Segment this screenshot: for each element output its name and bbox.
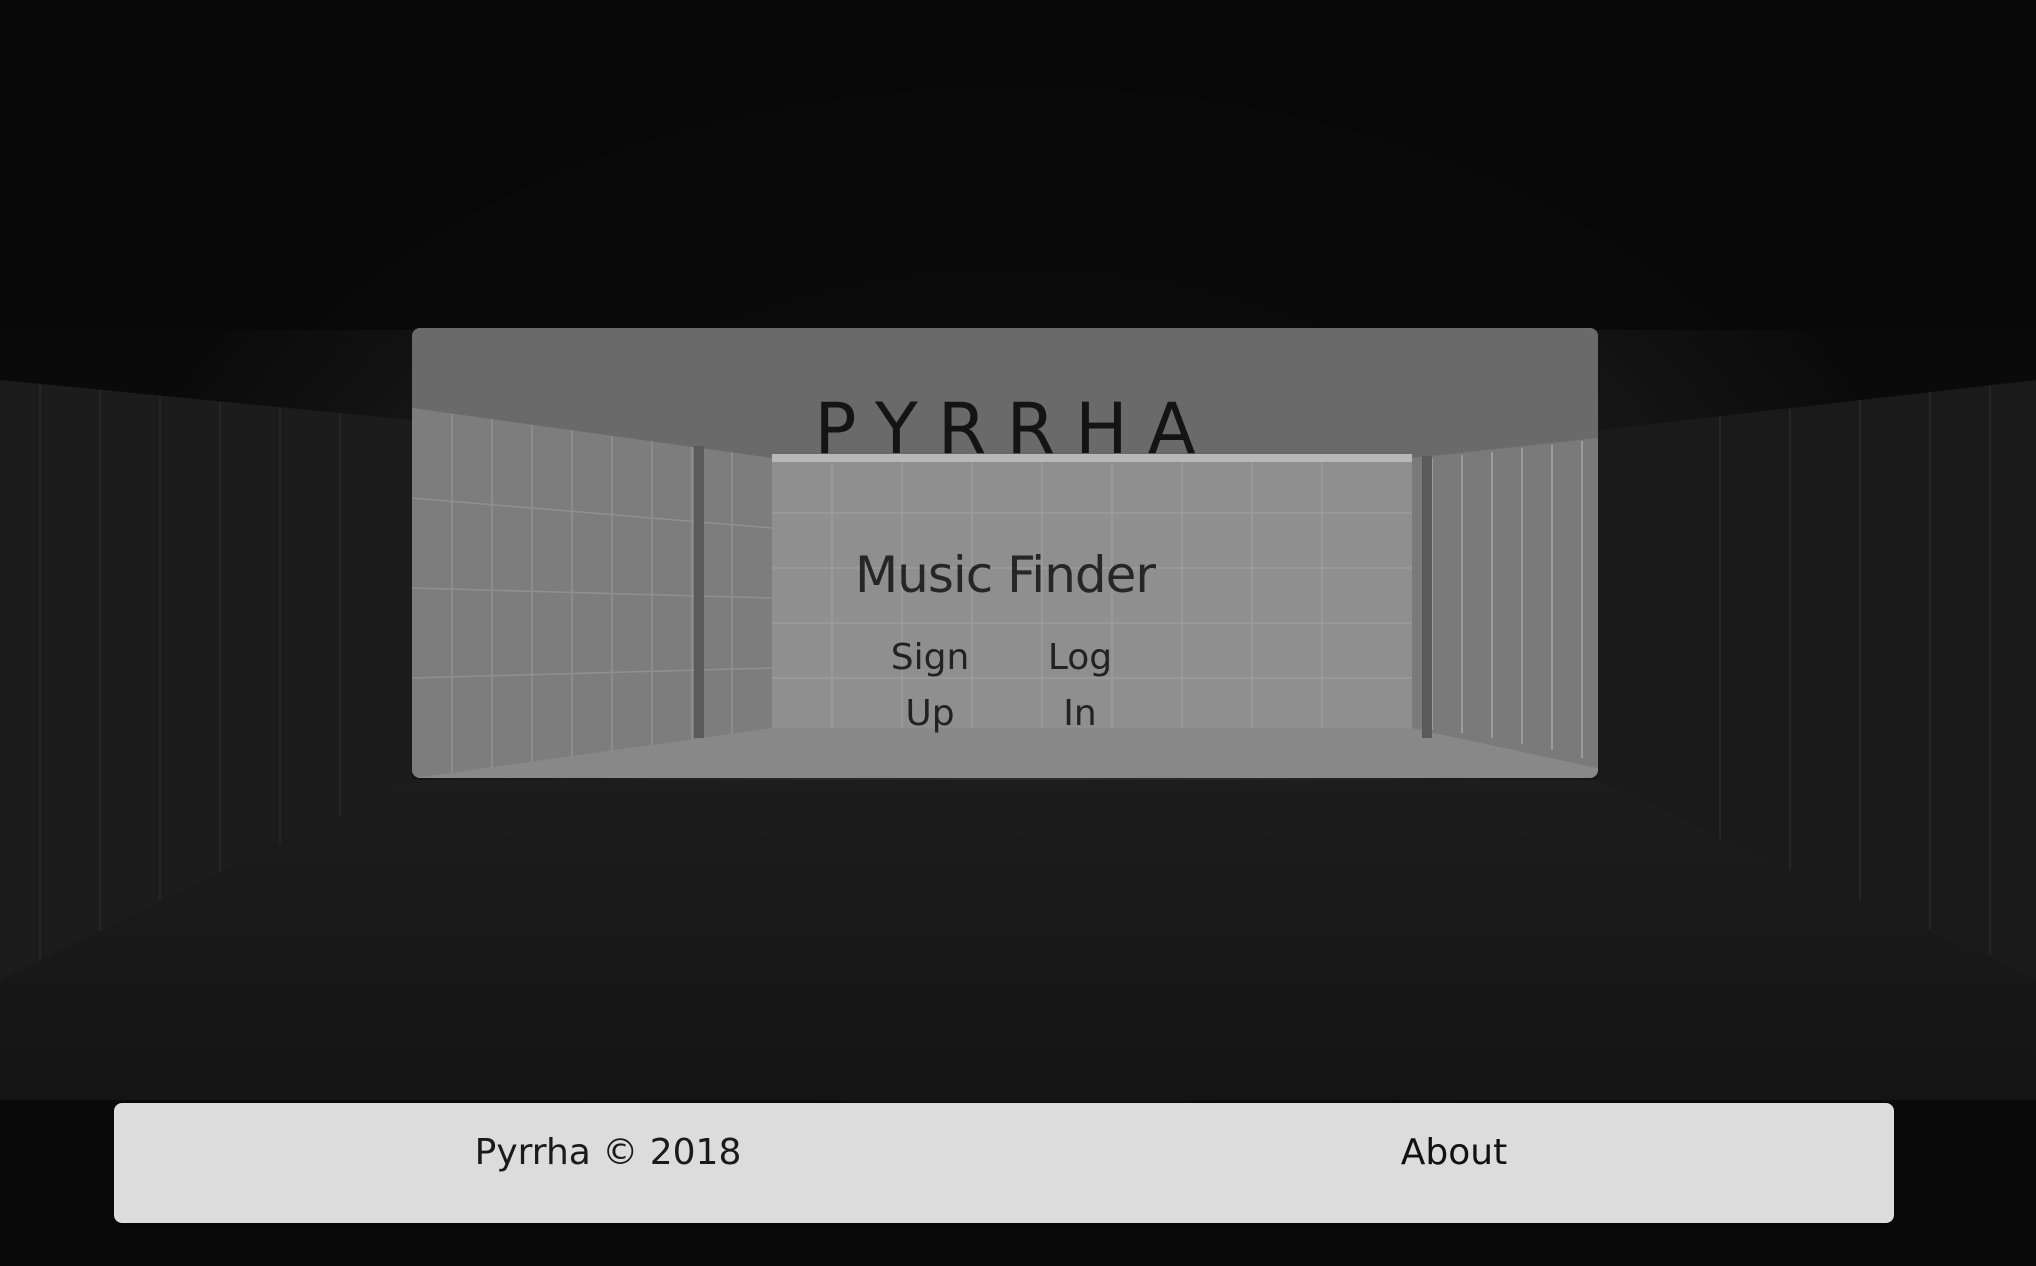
footer: Pyrrha © 2018 About	[114, 1103, 1894, 1223]
sign-up-link[interactable]: Sign Up	[890, 630, 970, 742]
hero-card: PYRRHA Music Finder Sign Up Log In	[412, 328, 1598, 778]
hero-content: PYRRHA Music Finder Sign Up Log In	[412, 328, 1598, 778]
brand-title: PYRRHA	[814, 388, 1216, 470]
auth-links: Sign Up Log In	[412, 630, 1598, 742]
page-subtitle: Music Finder	[855, 546, 1156, 604]
about-link[interactable]: About	[1344, 1103, 1564, 1203]
copyright-text: Pyrrha © 2018	[474, 1132, 742, 1173]
log-in-link[interactable]: Log In	[1040, 630, 1120, 742]
background-scene: PYRRHA Music Finder Sign Up Log In Pyrrh…	[0, 0, 2036, 1266]
